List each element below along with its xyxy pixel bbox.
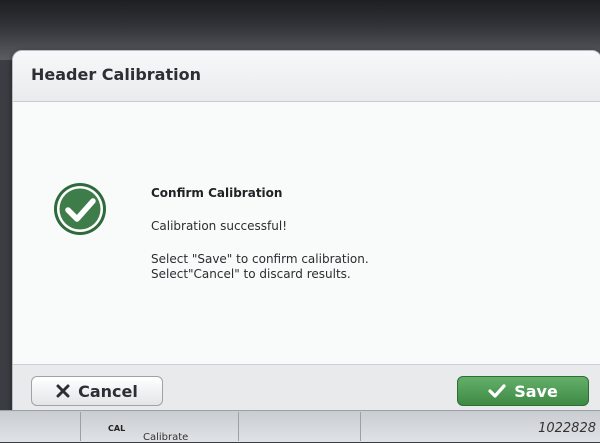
cancel-button[interactable]: Cancel [31,376,163,406]
calibrate-tab-label[interactable]: Calibrate [143,432,188,443]
message-title: Confirm Calibration [151,186,283,200]
checkmark-circle-icon [54,183,106,235]
dialog-body: Confirm Calibration Calibration successf… [13,102,600,364]
close-icon [56,384,70,398]
instruction-save: Select "Save" to confirm calibration. [151,252,369,266]
background-toolbar [0,410,600,442]
save-button[interactable]: Save [457,376,589,406]
toolbar-divider [238,412,239,441]
dialog-header: Header Calibration [13,51,600,102]
calibrate-icon-label: CAL [108,424,126,433]
success-message: Calibration successful! [151,219,288,233]
cancel-label: Cancel [78,381,138,401]
toolbar-divider [80,412,81,441]
save-label: Save [514,381,558,401]
calibration-dialog: Header Calibration Confirm Calibration C… [12,50,600,420]
dialog-title: Header Calibration [31,65,201,84]
toolbar-divider [360,412,361,441]
checkmark-icon [488,384,506,398]
instruction-cancel: Select"Cancel" to discard results. [151,267,351,281]
part-number: 1022828 [538,421,596,436]
